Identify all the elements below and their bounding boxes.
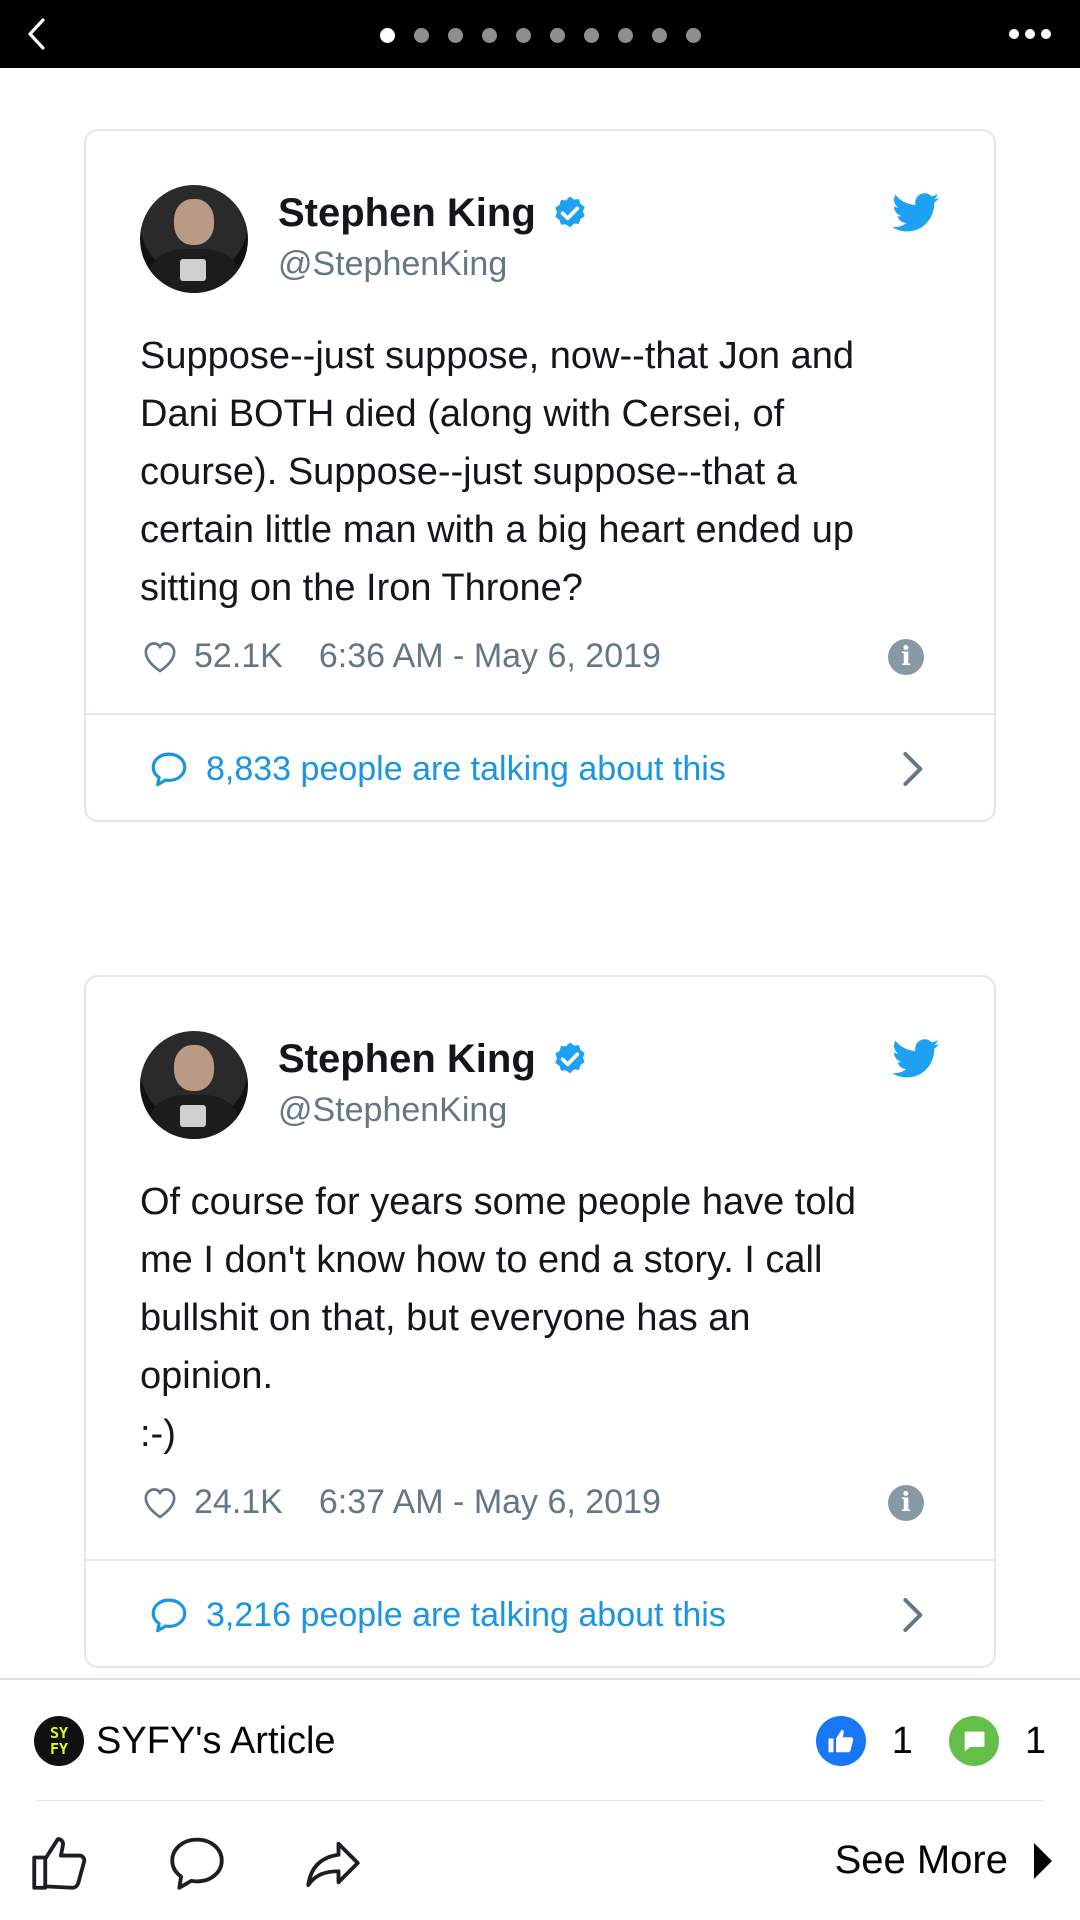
avatar[interactable] bbox=[140, 185, 248, 293]
chevron-right-icon bbox=[903, 752, 923, 786]
author-name[interactable]: Stephen King bbox=[278, 191, 536, 236]
back-chevron-icon bbox=[28, 18, 45, 50]
page-dot[interactable] bbox=[380, 28, 395, 43]
syfy-logo[interactable]: SY FY bbox=[34, 1716, 84, 1766]
author-name[interactable]: Stephen King bbox=[278, 1037, 536, 1082]
thumbs-up-reaction-icon bbox=[815, 1716, 866, 1766]
comment-icon[interactable] bbox=[164, 1830, 230, 1896]
tweet-timestamp[interactable]: 6:36 AM - May 6, 2019 bbox=[319, 637, 661, 676]
like-count: 24.1K bbox=[194, 1482, 283, 1521]
info-icon[interactable]: i bbox=[888, 639, 924, 675]
chevron-right-icon bbox=[903, 1598, 923, 1632]
action-bar: See More bbox=[0, 1820, 1080, 1900]
heart-icon[interactable] bbox=[140, 636, 180, 676]
page-dot[interactable] bbox=[584, 28, 599, 43]
tweet-timestamp[interactable]: 6:37 AM - May 6, 2019 bbox=[319, 1483, 661, 1522]
thumbs-up-icon[interactable] bbox=[26, 1830, 92, 1896]
divider bbox=[86, 1559, 994, 1561]
twitter-bird-icon[interactable] bbox=[892, 193, 940, 233]
more-icon[interactable] bbox=[1004, 22, 1056, 46]
like-count: 52.1K bbox=[194, 636, 283, 675]
tweet-header: Stephen King @StephenKing bbox=[140, 185, 940, 295]
like-reaction-count: 1 bbox=[891, 1719, 913, 1762]
tweet-card[interactable]: Stephen King @StephenKing Of course for … bbox=[84, 975, 996, 1668]
page-dot[interactable] bbox=[652, 28, 667, 43]
back-button[interactable] bbox=[12, 10, 60, 58]
article-row[interactable]: SY FY SYFY's Article 1 1 bbox=[34, 1712, 1046, 1770]
avatar[interactable] bbox=[140, 1031, 248, 1139]
talking-link[interactable]: 8,833 people are talking about this bbox=[148, 741, 940, 797]
article-title[interactable]: SYFY's Article bbox=[96, 1720, 336, 1763]
see-more-label: See More bbox=[834, 1838, 1008, 1882]
top-bar bbox=[0, 0, 1080, 68]
verified-icon bbox=[555, 1042, 585, 1073]
page-dot[interactable] bbox=[516, 28, 531, 43]
reaction-summary[interactable]: 1 1 bbox=[815, 1716, 1046, 1766]
author-handle[interactable]: @StephenKing bbox=[278, 1091, 507, 1130]
page-dot[interactable] bbox=[550, 28, 565, 43]
tweet-text: Suppose--just suppose, now--that Jon and… bbox=[140, 335, 854, 609]
page-dot[interactable] bbox=[448, 28, 463, 43]
page-dot[interactable] bbox=[482, 28, 497, 43]
caret-right-icon bbox=[1034, 1842, 1052, 1879]
tweet-header: Stephen King @StephenKing bbox=[140, 1031, 940, 1141]
tweet-card[interactable]: Stephen King @StephenKing Suppose--just … bbox=[84, 129, 996, 822]
page-dot[interactable] bbox=[686, 28, 701, 43]
tweet-meta: 24.1K 6:37 AM - May 6, 2019 i bbox=[140, 1477, 940, 1527]
speech-bubble-icon bbox=[151, 1598, 187, 1633]
twitter-bird-icon[interactable] bbox=[892, 1039, 940, 1079]
see-more-button[interactable]: See More bbox=[835, 1838, 1054, 1883]
talking-link[interactable]: 3,216 people are talking about this bbox=[148, 1587, 940, 1643]
verified-icon bbox=[555, 196, 585, 227]
tweet-text: Of course for years some people have tol… bbox=[140, 1181, 857, 1455]
heart-icon[interactable] bbox=[140, 1482, 180, 1522]
divider bbox=[36, 1800, 1044, 1801]
comment-reaction-count: 1 bbox=[1024, 1719, 1046, 1762]
page-dot[interactable] bbox=[618, 28, 633, 43]
talking-text: 3,216 people are talking about this bbox=[206, 1595, 726, 1634]
info-icon[interactable]: i bbox=[888, 1485, 924, 1521]
page-dot[interactable] bbox=[414, 28, 429, 43]
page-indicator bbox=[380, 28, 701, 43]
talking-text: 8,833 people are talking about this bbox=[206, 749, 726, 788]
tweet-meta: 52.1K 6:36 AM - May 6, 2019 i bbox=[140, 631, 940, 681]
author-handle[interactable]: @StephenKing bbox=[278, 245, 507, 284]
divider bbox=[86, 713, 994, 715]
divider bbox=[0, 1678, 1080, 1680]
speech-bubble-icon bbox=[151, 752, 187, 787]
share-icon[interactable] bbox=[300, 1830, 366, 1896]
comment-reaction-icon bbox=[948, 1716, 999, 1766]
